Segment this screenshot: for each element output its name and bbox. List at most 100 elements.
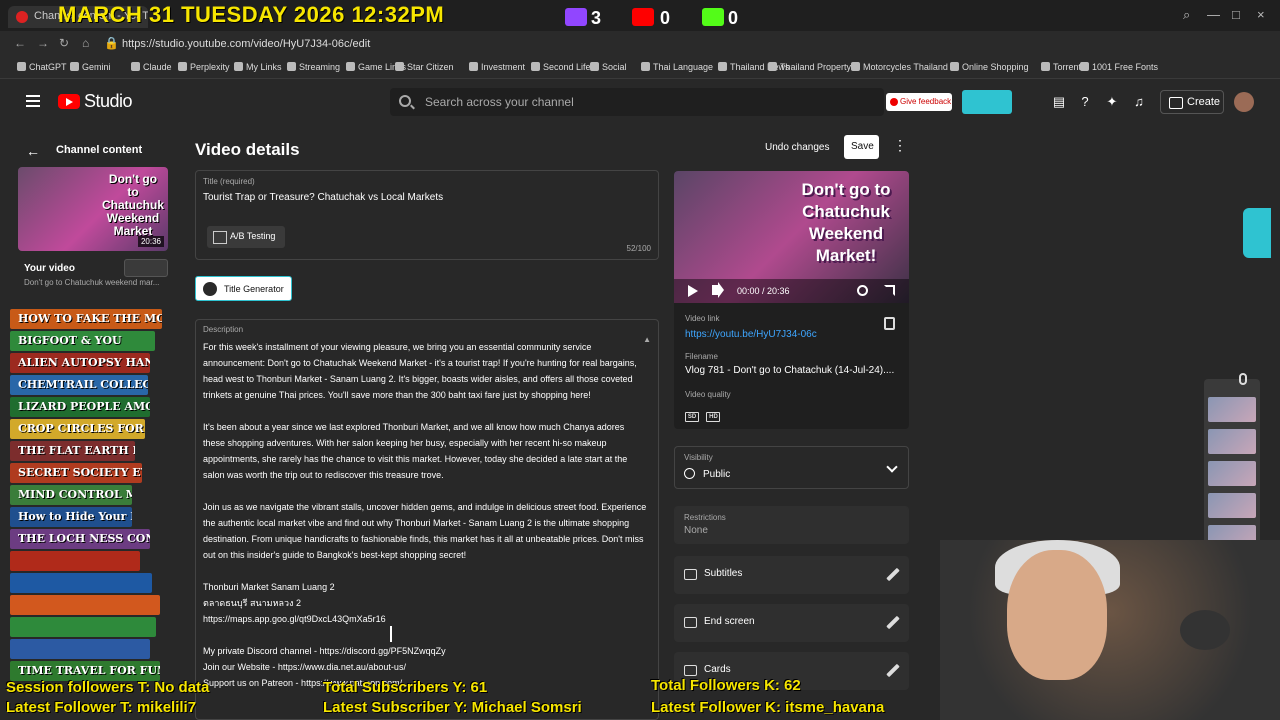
- microphone-icon[interactable]: [1239, 373, 1247, 385]
- kick-count: 0: [728, 8, 739, 28]
- studio-logo-text[interactable]: Studio: [84, 91, 133, 112]
- extension-dropdown[interactable]: [124, 259, 168, 277]
- close-window-button[interactable]: ×: [1257, 7, 1265, 22]
- description-field[interactable]: Description ▲ For this week's installmen…: [195, 319, 659, 720]
- bookmark-item[interactable]: Investment: [469, 62, 525, 72]
- title-field[interactable]: Title (required) Tourist Trap or Treasur…: [195, 170, 659, 260]
- book-spine: CROP CIRCLES FOR DUMMIES: [10, 419, 145, 439]
- help-icon[interactable]: ?: [1077, 94, 1093, 110]
- end-screen-row[interactable]: End screen: [674, 604, 909, 642]
- sparkle-icon[interactable]: ✦: [1104, 94, 1120, 110]
- globe-icon: [684, 468, 695, 479]
- give-feedback-button[interactable]: Give feedback: [886, 93, 952, 111]
- cards-label: Cards: [704, 664, 731, 675]
- latest-follower-t-text: Latest Follower T: mikelili7: [6, 699, 197, 716]
- chevron-down-icon[interactable]: [886, 461, 898, 473]
- bookmark-item[interactable]: My Links: [234, 62, 282, 72]
- video-link[interactable]: https://youtu.be/HyU7J34-06c: [685, 329, 817, 340]
- settings-gear-icon[interactable]: [857, 285, 868, 296]
- avatar[interactable]: [1234, 92, 1254, 112]
- rail-thumbnail[interactable]: [1208, 461, 1256, 486]
- bookmark-item[interactable]: Gemini: [70, 62, 111, 72]
- bookmark-item[interactable]: ChatGPT: [17, 62, 67, 72]
- play-icon[interactable]: [688, 285, 698, 297]
- title-generator-button[interactable]: Title Generator: [195, 276, 292, 301]
- bookmark-item[interactable]: Streaming: [287, 62, 340, 72]
- maximize-button[interactable]: □: [1232, 7, 1240, 22]
- player-time: 00:00 / 20:36: [737, 286, 790, 296]
- notification-bell-icon[interactable]: ♫: [1131, 94, 1147, 110]
- channel-content-link[interactable]: Channel content: [56, 144, 142, 156]
- upload-icon[interactable]: ▤: [1051, 94, 1067, 110]
- home-icon[interactable]: ⌂: [82, 36, 89, 50]
- book-spine: THE FLAT EARTH PRIMER: [10, 441, 135, 461]
- forward-nav-icon[interactable]: →: [37, 36, 49, 50]
- create-button[interactable]: Create: [1160, 90, 1224, 114]
- extension-button[interactable]: [962, 90, 1012, 114]
- description-paragraph: For this week's installment of your view…: [203, 342, 637, 400]
- bookmark-item[interactable]: Claude: [131, 62, 172, 72]
- bookmark-item[interactable]: 1001 Free Fonts: [1080, 62, 1158, 72]
- bookmark-item[interactable]: Motorcycles Thailand: [851, 62, 948, 72]
- restrictions-value: None: [684, 525, 708, 536]
- subtitles-row[interactable]: Subtitles: [674, 556, 909, 594]
- title-value[interactable]: Tourist Trap or Treasure? Chatuchak vs L…: [203, 192, 443, 203]
- copy-icon[interactable]: [884, 317, 895, 330]
- volume-icon[interactable]: [712, 285, 718, 295]
- back-nav-icon[interactable]: ←: [14, 36, 26, 50]
- youtube-logo-icon[interactable]: [58, 94, 80, 109]
- video-quality-label: Video quality: [685, 390, 731, 399]
- bookmark-item[interactable]: Thai Language: [641, 62, 713, 72]
- bookmark-item[interactable]: Social: [590, 62, 627, 72]
- search-input[interactable]: Search across your channel: [390, 88, 884, 116]
- pencil-icon[interactable]: [886, 615, 900, 630]
- total-followers-text: Total Followers K: 62: [651, 677, 801, 694]
- rail-thumbnail[interactable]: [1208, 493, 1256, 518]
- description-text[interactable]: For this week's installment of your view…: [203, 339, 648, 691]
- url-field[interactable]: https://studio.youtube.com/video/HyU7J34…: [122, 38, 370, 50]
- webcam-face: [1007, 550, 1107, 680]
- menu-icon[interactable]: [26, 95, 40, 107]
- video-player[interactable]: Don't go to Chatuchuk Weekend Market! 00…: [674, 171, 909, 303]
- subtitles-icon: [684, 569, 697, 580]
- more-options-icon[interactable]: ⋮: [893, 137, 907, 154]
- bookmark-item[interactable]: Thailand Property: [768, 62, 851, 72]
- back-arrow-icon[interactable]: ←: [26, 143, 40, 159]
- visibility-value: Public: [703, 469, 731, 480]
- studio-header: Studio Search across your channel Give f…: [0, 79, 1280, 125]
- book-spine: How to Hide Your Bunker: [10, 507, 132, 527]
- minimize-button[interactable]: —: [1207, 7, 1220, 22]
- book-spine: HOW TO FAKE THE MOON LANDING: [10, 309, 162, 329]
- pencil-icon[interactable]: [886, 663, 900, 678]
- reload-icon[interactable]: ↻: [59, 36, 69, 50]
- bookmark-item[interactable]: Online Shopping: [950, 62, 1029, 72]
- video-thumbnail[interactable]: Don't go to Chatuchuk Weekend Market 20:…: [18, 167, 168, 251]
- preview-thumbnail-text: Don't go to Chatuchuk Weekend Market!: [801, 180, 891, 265]
- your-video-title: Don't go to Chatuchuk weekend mar...: [24, 278, 160, 287]
- visibility-select[interactable]: Visibility Public: [674, 446, 909, 489]
- save-button[interactable]: Save: [844, 135, 879, 159]
- bookmark-item[interactable]: Perplexity: [178, 62, 230, 72]
- subtitles-label: Subtitles: [704, 568, 743, 579]
- description-line: ตลาดธนบุรี สนามหลวง 2: [203, 598, 301, 608]
- hd-badge: HD: [706, 412, 721, 422]
- search-tabs-icon[interactable]: ⌕: [1183, 7, 1190, 23]
- thumbnail-duration: 20:36: [137, 236, 164, 247]
- latest-subscriber-y-text: Latest Subscriber Y: Michael Somsri: [323, 699, 582, 716]
- fullscreen-icon[interactable]: [884, 285, 895, 296]
- lock-icon: 🔒: [104, 36, 119, 50]
- ab-testing-button[interactable]: A/B Testing: [207, 226, 285, 248]
- undo-changes-button[interactable]: Undo changes: [760, 137, 830, 159]
- restrictions-field[interactable]: Restrictions None: [674, 506, 909, 544]
- pencil-icon[interactable]: [886, 567, 900, 582]
- bookmark-item[interactable]: Star Citizen: [395, 62, 454, 72]
- description-line: My private Discord channel - https://dis…: [203, 646, 446, 656]
- kick-icon: [702, 8, 724, 26]
- bookmark-item[interactable]: Second Life: [531, 62, 591, 72]
- rail-thumbnail[interactable]: [1208, 397, 1256, 422]
- extension-side-tab[interactable]: [1243, 208, 1271, 258]
- bookmark-item[interactable]: Torrents: [1041, 62, 1086, 72]
- book-spine: [10, 639, 150, 659]
- book-spine: ALIEN AUTOPSY HANDBOOK: [10, 353, 150, 373]
- rail-thumbnail[interactable]: [1208, 429, 1256, 454]
